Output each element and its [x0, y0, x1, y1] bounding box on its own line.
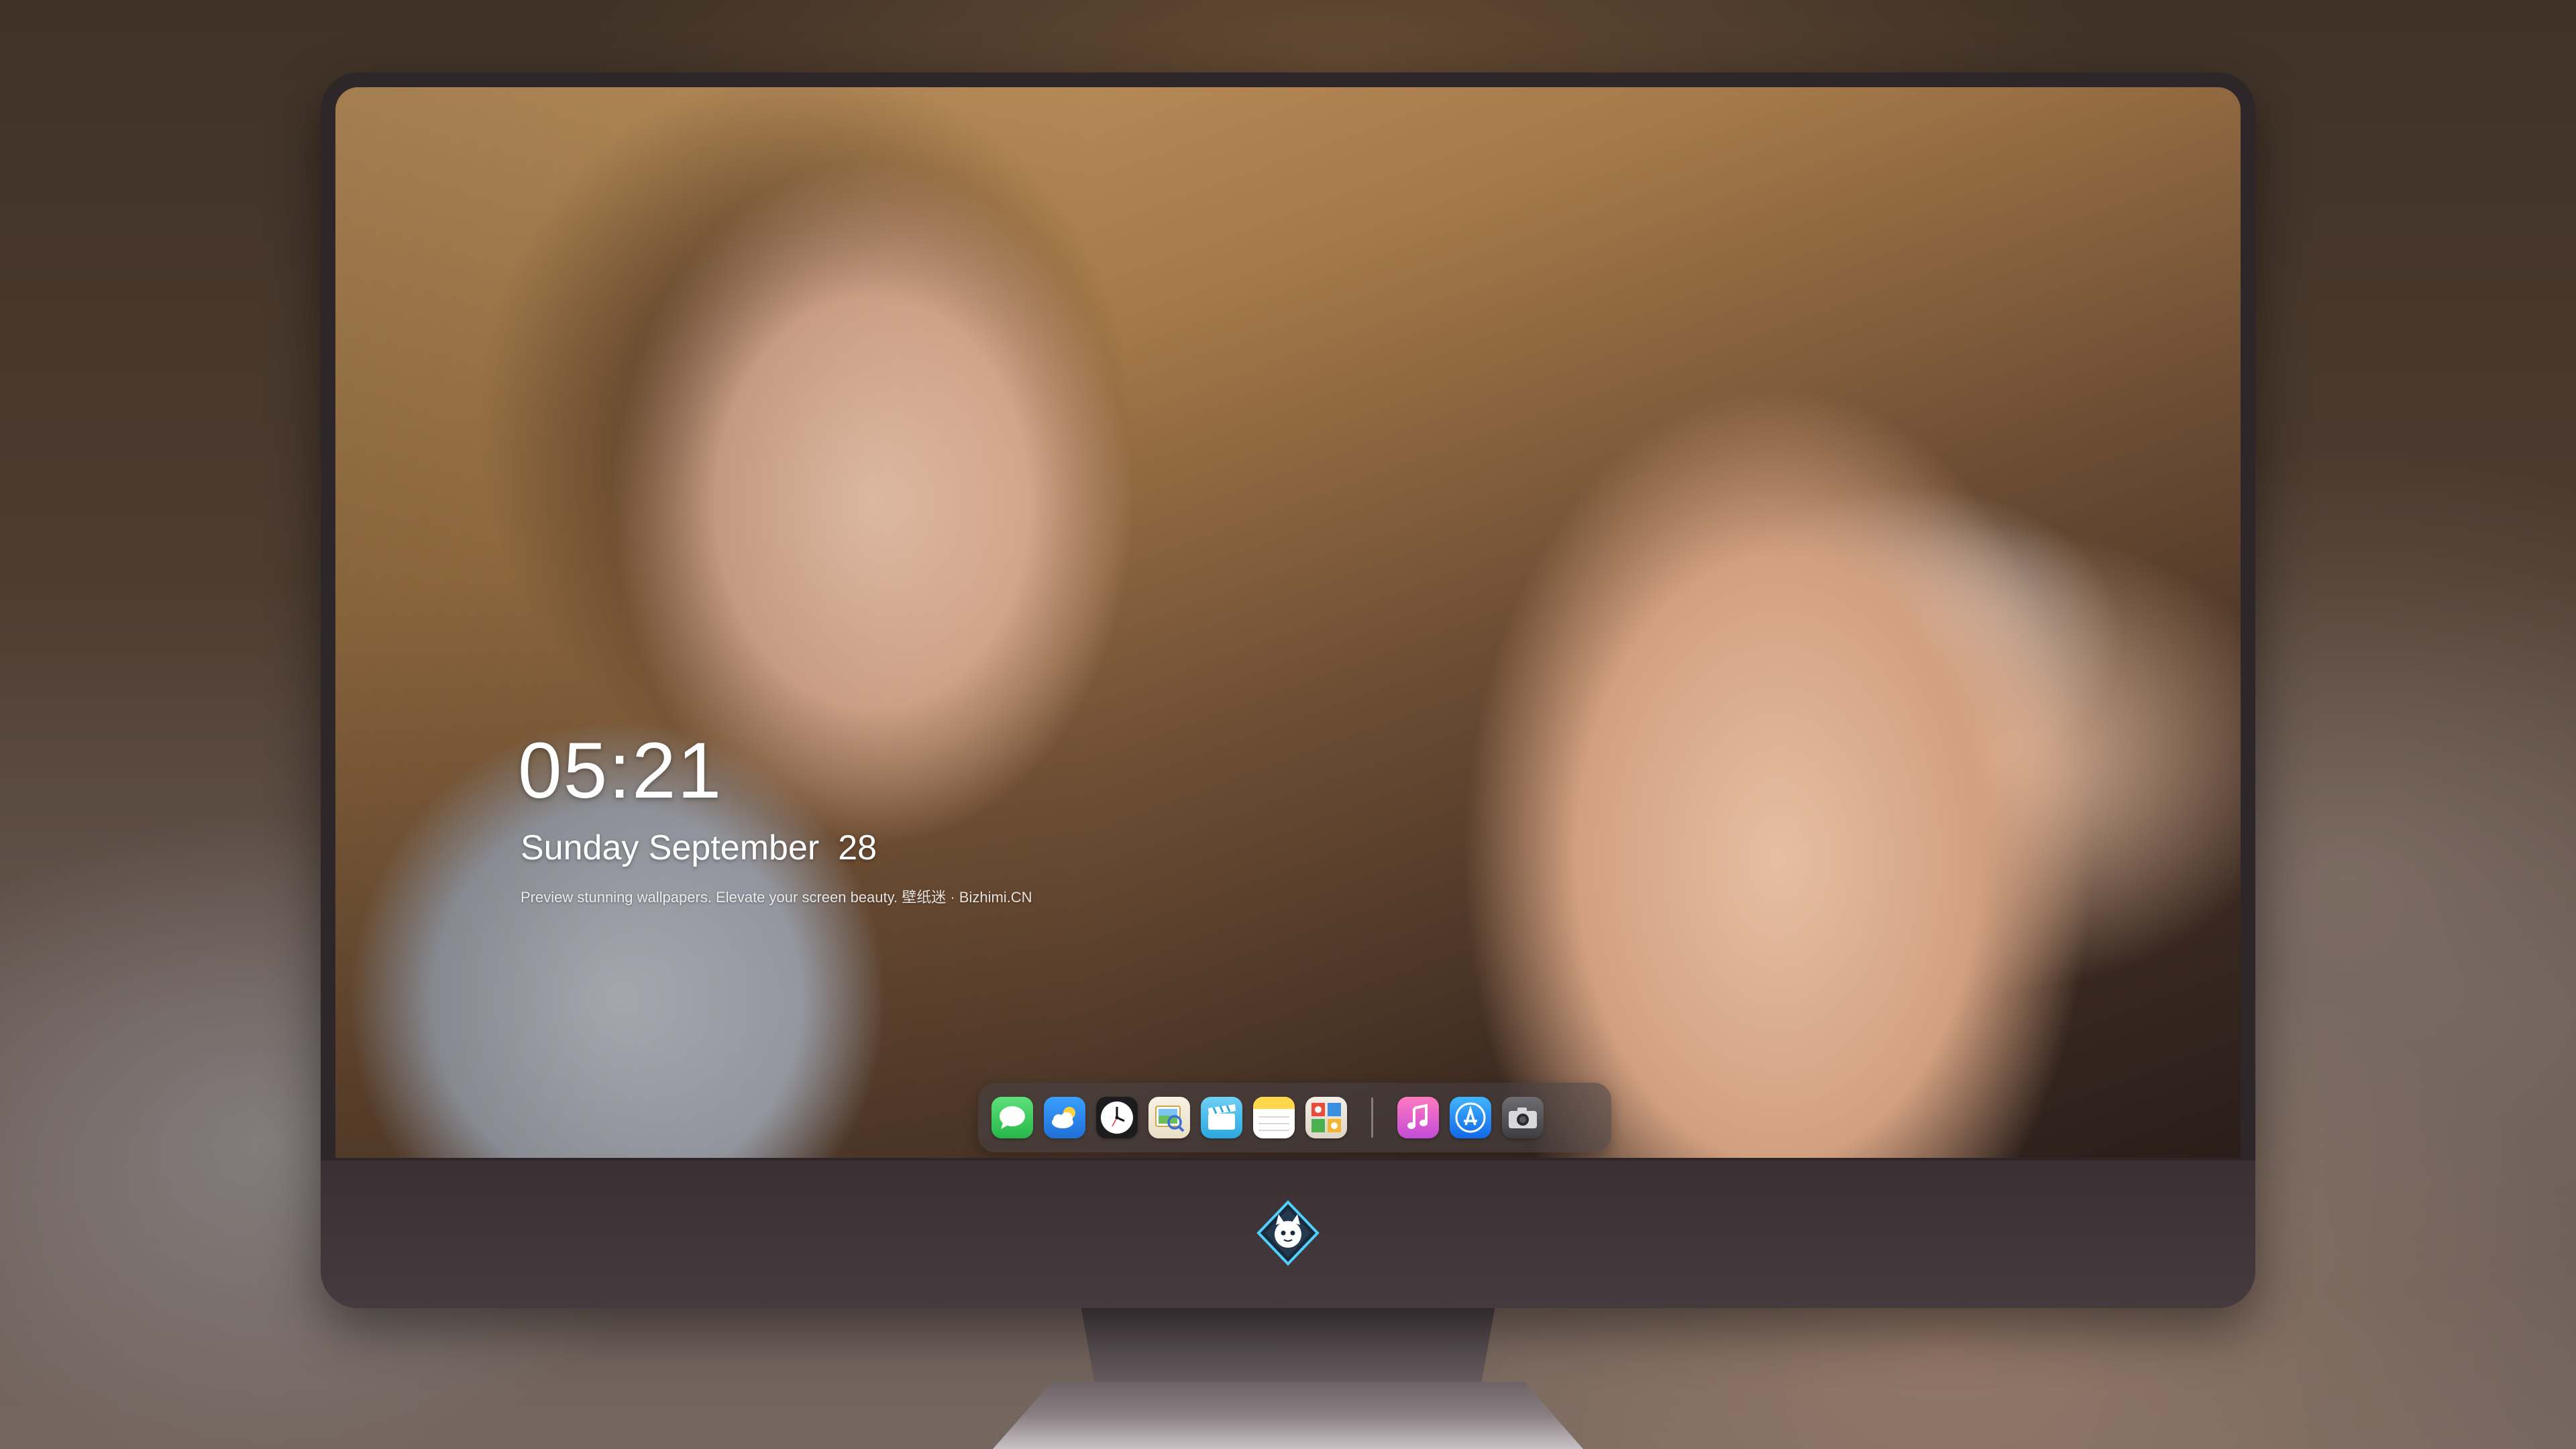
clock-icon[interactable]	[1096, 1097, 1138, 1138]
weather-icon[interactable]	[1044, 1097, 1085, 1138]
music-icon[interactable]	[1397, 1097, 1439, 1138]
wallpaper-photo	[335, 87, 2241, 1158]
lock-clock: 05:21	[518, 727, 723, 815]
wallpaper-tagline: Preview stunning wallpapers. Elevate you…	[521, 889, 1032, 906]
notes-icon[interactable]	[1253, 1097, 1295, 1138]
lock-screen[interactable]: 05:21 Sunday September 28 Preview stunnin…	[335, 87, 2241, 1158]
monitor: 05:21 Sunday September 28 Preview stunnin…	[321, 72, 2255, 1308]
monitor-stand-neck	[1080, 1301, 1496, 1395]
preview-icon[interactable]	[1148, 1097, 1190, 1138]
camera-icon[interactable]	[1502, 1097, 1544, 1138]
desktop-scene: 05:21 Sunday September 28 Preview stunnin…	[0, 0, 2576, 1449]
lock-date-weekday-month: Sunday September	[521, 828, 820, 867]
dock-separator	[1371, 1097, 1373, 1138]
clips-icon[interactable]	[1201, 1097, 1242, 1138]
monitor-stand-base	[993, 1382, 1583, 1449]
photo-booth-icon[interactable]	[1305, 1097, 1347, 1138]
dock	[978, 1083, 1611, 1152]
lock-date: Sunday September 28	[521, 830, 877, 865]
app-store-icon[interactable]	[1450, 1097, 1491, 1138]
lock-date-day: 28	[838, 828, 877, 867]
bizhimi-cat-logo-icon	[1254, 1199, 1322, 1267]
messages-icon[interactable]	[991, 1097, 1033, 1138]
